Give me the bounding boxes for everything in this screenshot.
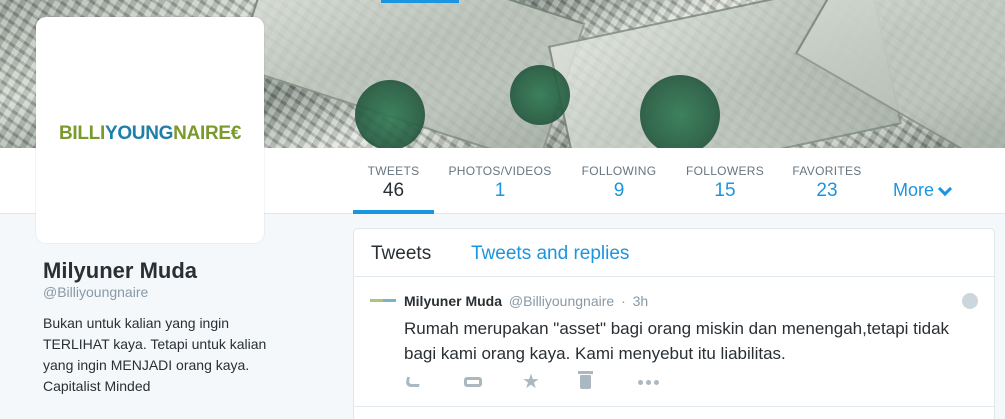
nav-stat-followers[interactable]: FOLLOWERS 15 xyxy=(683,148,767,214)
tweet-separator: · xyxy=(621,293,626,309)
logo-text-part: YOUNG xyxy=(104,123,174,144)
banner-seal-image xyxy=(355,80,425,148)
tweet-author-name[interactable]: Milyuner Muda xyxy=(404,293,502,309)
tweet-header: Milyuner Muda @Billiyoungnaire · 3h xyxy=(404,293,648,309)
bio-line: TERLIHAT kaya. Tetapi untuk kalian xyxy=(43,336,267,352)
nav-stat-tweets[interactable]: TWEETS 46 xyxy=(353,148,434,214)
profile-avatar[interactable]: BILLIYOUNGNAIRE€ xyxy=(36,17,264,243)
profile-name[interactable]: Milyuner Muda xyxy=(43,258,197,284)
tweet-item[interactable]: Milyuner Muda @Billiyoungnaire · 3h Ruma… xyxy=(354,277,994,407)
brand-logo: BILLIYOUNGNAIRE€ xyxy=(59,123,241,145)
nav-stat-label: PHOTOS/VIDEOS xyxy=(448,164,552,178)
more-dots-icon xyxy=(638,379,659,385)
delete-button[interactable] xyxy=(578,371,638,391)
profile-handle[interactable]: @Billiyoungnaire xyxy=(43,284,148,300)
nav-stat-value: 23 xyxy=(816,180,838,201)
favorite-button[interactable]: ★ xyxy=(522,371,580,393)
nav-stat-following[interactable]: FOLLOWING 9 xyxy=(578,148,660,214)
more-menu-button[interactable]: More xyxy=(893,180,953,201)
retweet-button[interactable] xyxy=(464,373,522,391)
top-nav-indicator xyxy=(381,0,459,3)
logo-text-part: NAIRE xyxy=(173,123,231,144)
retweet-icon xyxy=(464,377,482,387)
timeline-panel: Tweets Tweets and replies Milyuner Muda … xyxy=(353,228,995,419)
nav-stat-value: 15 xyxy=(714,180,736,201)
reply-icon xyxy=(405,377,421,387)
chevron-down-icon xyxy=(937,181,953,196)
nav-stat-value: 9 xyxy=(613,180,625,201)
banner-seal-image xyxy=(510,65,570,125)
bio-line: yang ingin MENJADI orang kaya. xyxy=(43,357,250,373)
nav-stat-label: TWEETS xyxy=(367,164,420,178)
more-actions-button[interactable] xyxy=(638,373,696,391)
nav-stat-label: FAVORITES xyxy=(792,164,862,178)
nav-stat-favorites[interactable]: FAVORITES 23 xyxy=(789,148,865,214)
timeline-tabs: Tweets Tweets and replies xyxy=(354,229,994,277)
nav-stat-value: 1 xyxy=(494,180,506,201)
nav-stat-label: FOLLOWERS xyxy=(685,164,765,178)
tab-tweets[interactable]: Tweets xyxy=(371,243,431,265)
more-label: More xyxy=(893,180,935,200)
tweet-avatar[interactable] xyxy=(370,299,396,302)
nav-stat-label: FOLLOWING xyxy=(581,164,657,178)
logo-text-part: € xyxy=(230,123,242,144)
tweet-text: Rumah merupakan "asset" bagi orang miski… xyxy=(404,319,950,363)
bio-line: Capitalist Minded xyxy=(43,378,151,394)
tweet-actions: ★ xyxy=(405,371,696,393)
nav-stat-photos-videos[interactable]: PHOTOS/VIDEOS 1 xyxy=(445,148,555,214)
profile-bio: Bukan untuk kalian yang ingin TERLIHAT k… xyxy=(43,313,303,397)
logo-text-part: BILLI xyxy=(58,123,105,144)
reply-button[interactable] xyxy=(405,373,464,391)
tweet-author-handle[interactable]: @Billiyoungnaire xyxy=(509,293,614,309)
banner-seal-image xyxy=(640,75,720,148)
globe-icon xyxy=(962,293,978,309)
nav-stat-value: 46 xyxy=(382,180,405,201)
trash-icon xyxy=(578,371,593,389)
bio-line: Bukan untuk kalian yang ingin xyxy=(43,315,230,331)
tweet-timestamp[interactable]: 3h xyxy=(633,293,649,309)
star-icon: ★ xyxy=(522,371,540,393)
tab-tweets-and-replies[interactable]: Tweets and replies xyxy=(471,243,629,265)
